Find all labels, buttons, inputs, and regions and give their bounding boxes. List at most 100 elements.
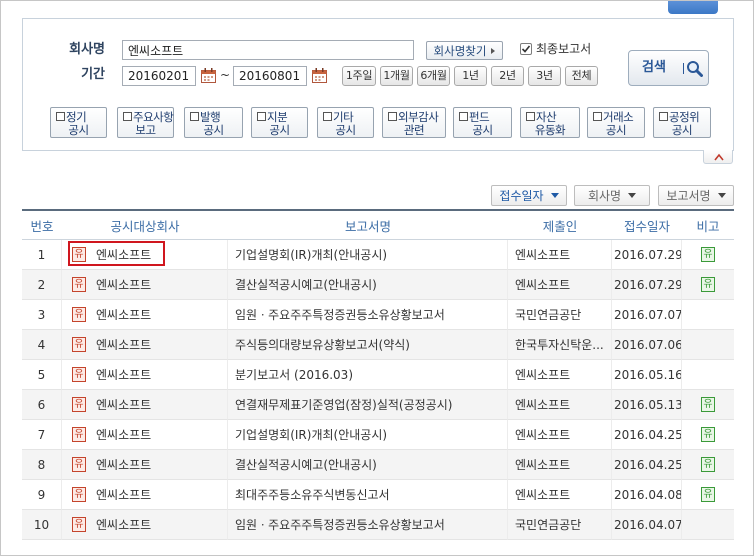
report-cell: 주식등의대량보유상황보고서(약식): [228, 330, 508, 360]
submitter-cell: 엔씨소프트: [508, 390, 612, 420]
header-report: 보고서명: [228, 209, 508, 240]
category-label: 공시: [68, 123, 89, 137]
top-tab[interactable]: [668, 0, 718, 14]
checkbox-icon[interactable]: [526, 112, 535, 121]
period-1week-button[interactable]: 1주일: [342, 66, 376, 86]
company-link[interactable]: 엔씨소프트: [96, 458, 151, 472]
note-badge: 유: [701, 487, 715, 502]
company-cell: 유 엔씨소프트: [62, 330, 228, 360]
note-cell: [682, 360, 734, 390]
final-report-label[interactable]: 최종보고서: [536, 40, 591, 58]
company-link[interactable]: 엔씨소프트: [96, 308, 151, 322]
category-securitization-button[interactable]: 자산 유동화: [520, 107, 580, 138]
company-input[interactable]: [122, 40, 414, 60]
checkbox-icon[interactable]: [323, 112, 332, 121]
period-6months-button[interactable]: 6개월: [417, 66, 450, 86]
check-icon: [521, 45, 531, 53]
caret-down-icon: [550, 193, 559, 198]
report-link[interactable]: 분기보고서 (2016.03): [235, 368, 353, 382]
category-label: 공시: [472, 123, 493, 137]
report-link[interactable]: 결산실적공시예고(안내공시): [235, 278, 377, 292]
period-label: 기간: [81, 67, 105, 82]
category-regular-button[interactable]: 정기 공시: [50, 107, 107, 138]
category-label: 정기: [66, 110, 87, 124]
report-link[interactable]: 주식등의대량보유상황보고서(약식): [235, 338, 410, 352]
market-badge: 유: [72, 367, 86, 382]
calendar-icon[interactable]: [200, 67, 217, 84]
period-all-button[interactable]: 전체: [565, 66, 598, 86]
table-row: 5 유 엔씨소프트 분기보고서 (2016.03) 엔씨소프트 2016.05.1…: [22, 360, 734, 390]
submitter-cell: 엔씨소프트: [508, 360, 612, 390]
find-company-button[interactable]: 회사명찾기: [426, 41, 503, 60]
sort-label: 접수일자: [499, 189, 544, 203]
category-other-button[interactable]: 기타 공시: [317, 107, 374, 138]
company-link[interactable]: 엔씨소프트: [96, 398, 151, 412]
category-label: 공시: [335, 123, 356, 137]
checkbox-icon[interactable]: [123, 112, 132, 121]
submitter-cell: 엔씨소프트: [508, 420, 612, 450]
report-cell: 분기보고서 (2016.03): [228, 360, 508, 390]
period-3years-button[interactable]: 3년: [528, 66, 561, 86]
report-link[interactable]: 연결재무제표기준영업(잠정)실적(공정공시): [235, 398, 452, 412]
category-audit-button[interactable]: 외부감사 관련: [382, 107, 446, 138]
report-link[interactable]: 임원ㆍ주요주주특정증권등소유상황보고서: [235, 308, 445, 322]
sort-date-button[interactable]: 접수일자: [491, 185, 567, 206]
final-report-checkbox[interactable]: [520, 43, 532, 55]
checkbox-icon[interactable]: [56, 112, 65, 121]
category-label: 거래소: [603, 110, 634, 124]
submitter-cell: 엔씨소프트: [508, 480, 612, 510]
market-badge: 유: [72, 247, 86, 262]
checkbox-icon[interactable]: [388, 112, 397, 121]
category-ftc-button[interactable]: 공정위 공시: [653, 107, 711, 138]
report-link[interactable]: 최대주주등소유주식변동신고서: [235, 488, 390, 502]
report-cell: 연결재무제표기준영업(잠정)실적(공정공시): [228, 390, 508, 420]
period-2years-button[interactable]: 2년: [491, 66, 524, 86]
category-label: 공시: [269, 123, 290, 137]
report-cell: 최대주주등소유주식변동신고서: [228, 480, 508, 510]
company-cell: 유 엔씨소프트: [62, 360, 228, 390]
checkbox-icon[interactable]: [593, 112, 602, 121]
company-link[interactable]: 엔씨소프트: [96, 338, 151, 352]
search-button-label: 검색: [642, 60, 666, 75]
date-cell: 2016.07.07: [612, 300, 682, 330]
checkbox-icon[interactable]: [190, 112, 199, 121]
category-major-report-button[interactable]: 주요사항 보고: [117, 107, 174, 138]
report-cell: 기업설명회(IR)개최(안내공시): [228, 420, 508, 450]
note-cell: [682, 510, 734, 540]
table-row: 6 유 엔씨소프트 연결재무제표기준영업(잠정)실적(공정공시) 엔씨소프트 20…: [22, 390, 734, 420]
checkbox-icon[interactable]: [459, 112, 468, 121]
period-1year-button[interactable]: 1년: [454, 66, 487, 86]
header-submitter: 제출인: [508, 209, 612, 240]
category-issuance-button[interactable]: 발행 공시: [184, 107, 243, 138]
calendar-icon[interactable]: [311, 67, 328, 84]
header-date: 접수일자: [612, 209, 682, 240]
market-badge: 유: [72, 307, 86, 322]
sort-report-button[interactable]: 보고서명: [658, 185, 734, 206]
checkbox-icon[interactable]: [257, 112, 266, 121]
note-cell: [682, 330, 734, 360]
company-link[interactable]: 엔씨소프트: [96, 278, 151, 292]
start-date-input[interactable]: [122, 66, 196, 86]
report-link[interactable]: 기업설명회(IR)개최(안내공시): [235, 428, 387, 442]
search-button[interactable]: 검색: [628, 50, 709, 86]
company-link[interactable]: 엔씨소프트: [96, 368, 151, 382]
category-exchange-button[interactable]: 거래소 공시: [587, 107, 645, 138]
company-link[interactable]: 엔씨소프트: [96, 248, 151, 262]
period-1month-button[interactable]: 1개월: [380, 66, 413, 86]
report-link[interactable]: 결산실적공시예고(안내공시): [235, 458, 377, 472]
company-link[interactable]: 엔씨소프트: [96, 488, 151, 502]
category-equity-button[interactable]: 지분 공시: [251, 107, 308, 138]
company-link[interactable]: 엔씨소프트: [96, 518, 151, 532]
category-fund-button[interactable]: 펀드 공시: [453, 107, 512, 138]
company-link[interactable]: 엔씨소프트: [96, 428, 151, 442]
table-row: 3 유 엔씨소프트 임원ㆍ주요주주특정증권등소유상황보고서 국민연금공단 2016…: [22, 300, 734, 330]
chevron-up-icon: [714, 153, 724, 161]
row-number: 6: [22, 390, 62, 420]
sort-company-button[interactable]: 회사명: [574, 185, 650, 206]
report-cell: 임원ㆍ주요주주특정증권등소유상황보고서: [228, 300, 508, 330]
collapse-panel-button[interactable]: [703, 150, 733, 164]
end-date-input[interactable]: [233, 66, 307, 86]
report-link[interactable]: 임원ㆍ주요주주특정증권등소유상황보고서: [235, 518, 445, 532]
checkbox-icon[interactable]: [659, 112, 668, 121]
report-link[interactable]: 기업설명회(IR)개최(안내공시): [235, 248, 387, 262]
